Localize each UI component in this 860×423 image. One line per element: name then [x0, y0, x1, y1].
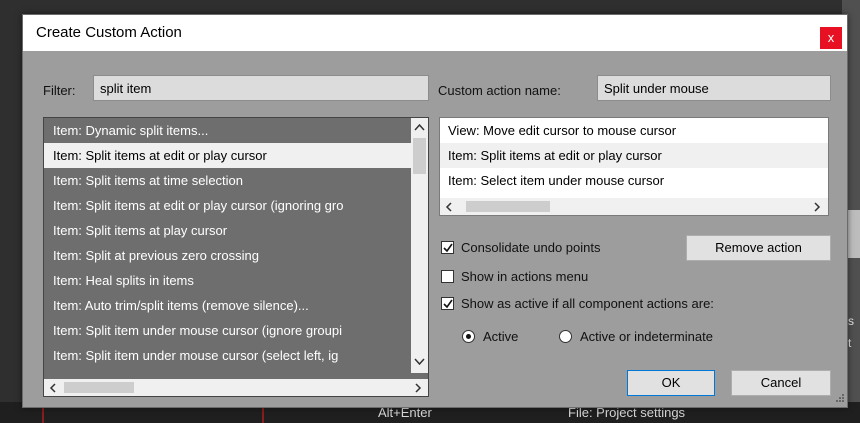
chevron-up-icon[interactable]	[414, 123, 425, 131]
ok-button[interactable]: OK	[627, 370, 715, 396]
chevron-left-icon[interactable]	[49, 383, 57, 393]
action-list-item[interactable]: Item: Split items at play cursor	[44, 218, 428, 243]
radio-selected-dot	[466, 334, 471, 339]
action-list-item[interactable]: Item: Split item under mouse cursor (sel…	[44, 343, 428, 368]
close-icon: x	[827, 30, 835, 45]
custom-step-item[interactable]: Item: Select item under mouse cursor	[440, 168, 828, 193]
action-list-item[interactable]: Item: Split at previous zero crossing	[44, 243, 428, 268]
action-list-item-selected[interactable]: Item: Split items at edit or play cursor	[44, 143, 428, 168]
host-right-text-2: t	[848, 336, 852, 350]
vertical-scroll-thumb[interactable]	[413, 138, 426, 174]
chevron-right-icon[interactable]	[414, 383, 422, 393]
show-in-actions-menu-checkbox[interactable]	[441, 270, 454, 283]
dialog-title: Create Custom Action	[36, 24, 182, 41]
cancel-button[interactable]: Cancel	[731, 370, 831, 396]
chevron-right-icon[interactable]	[813, 202, 821, 212]
check-icon	[443, 299, 453, 309]
action-list-item[interactable]: Item: Dynamic split items...	[44, 118, 428, 143]
custom-action-name-label: Custom action name:	[438, 83, 561, 98]
action-list-item[interactable]: Item: Auto trim/split items (remove sile…	[44, 293, 428, 318]
check-icon	[443, 243, 453, 253]
create-custom-action-dialog: Create Custom Action x Filter: Custom ac…	[22, 14, 848, 408]
filter-input[interactable]	[93, 75, 429, 101]
title-bar: Create Custom Action x	[23, 15, 847, 51]
custom-action-steps-list[interactable]: View: Move edit cursor to mouse cursor I…	[439, 117, 829, 216]
action-list-item[interactable]: Item: Heal splits in items	[44, 268, 428, 293]
show-in-actions-menu-label[interactable]: Show in actions menu	[461, 269, 588, 284]
filter-label: Filter:	[43, 83, 76, 98]
show-as-active-label[interactable]: Show as active if all component actions …	[461, 296, 714, 311]
host-right-panel-highlight	[846, 210, 860, 258]
chevron-left-icon[interactable]	[445, 202, 453, 212]
active-radio-label[interactable]: Active	[483, 329, 518, 344]
custom-action-name-input[interactable]	[597, 75, 831, 101]
action-list[interactable]: Item: Dynamic split items... Item: Split…	[43, 117, 429, 397]
horizontal-scroll-thumb[interactable]	[64, 382, 134, 393]
active-or-indeterminate-label[interactable]: Active or indeterminate	[580, 329, 713, 344]
chevron-down-icon[interactable]	[414, 358, 425, 366]
consolidate-undo-checkbox[interactable]	[441, 241, 454, 254]
custom-step-item-selected[interactable]: Item: Split items at edit or play cursor	[440, 143, 828, 168]
custom-list-horizontal-scrollbar[interactable]	[440, 198, 828, 215]
host-right-text-1: s	[848, 314, 854, 328]
action-list-item[interactable]: Item: Split item under mouse cursor (ign…	[44, 318, 428, 343]
resize-grip-icon[interactable]	[833, 393, 845, 405]
active-or-indeterminate-radio[interactable]	[559, 330, 572, 343]
show-as-active-checkbox[interactable]	[441, 297, 454, 310]
horizontal-scroll-thumb[interactable]	[466, 201, 550, 212]
action-list-vertical-scrollbar[interactable]	[411, 118, 428, 373]
action-list-item[interactable]: Item: Split items at edit or play cursor…	[44, 193, 428, 218]
remove-action-button[interactable]: Remove action	[686, 235, 831, 261]
active-radio[interactable]	[462, 330, 475, 343]
close-button[interactable]: x	[820, 27, 842, 49]
action-list-horizontal-scrollbar[interactable]	[44, 379, 428, 396]
custom-step-item[interactable]: View: Move edit cursor to mouse cursor	[440, 118, 828, 143]
action-list-item[interactable]: Item: Split items at time selection	[44, 168, 428, 193]
consolidate-undo-label[interactable]: Consolidate undo points	[461, 240, 601, 255]
